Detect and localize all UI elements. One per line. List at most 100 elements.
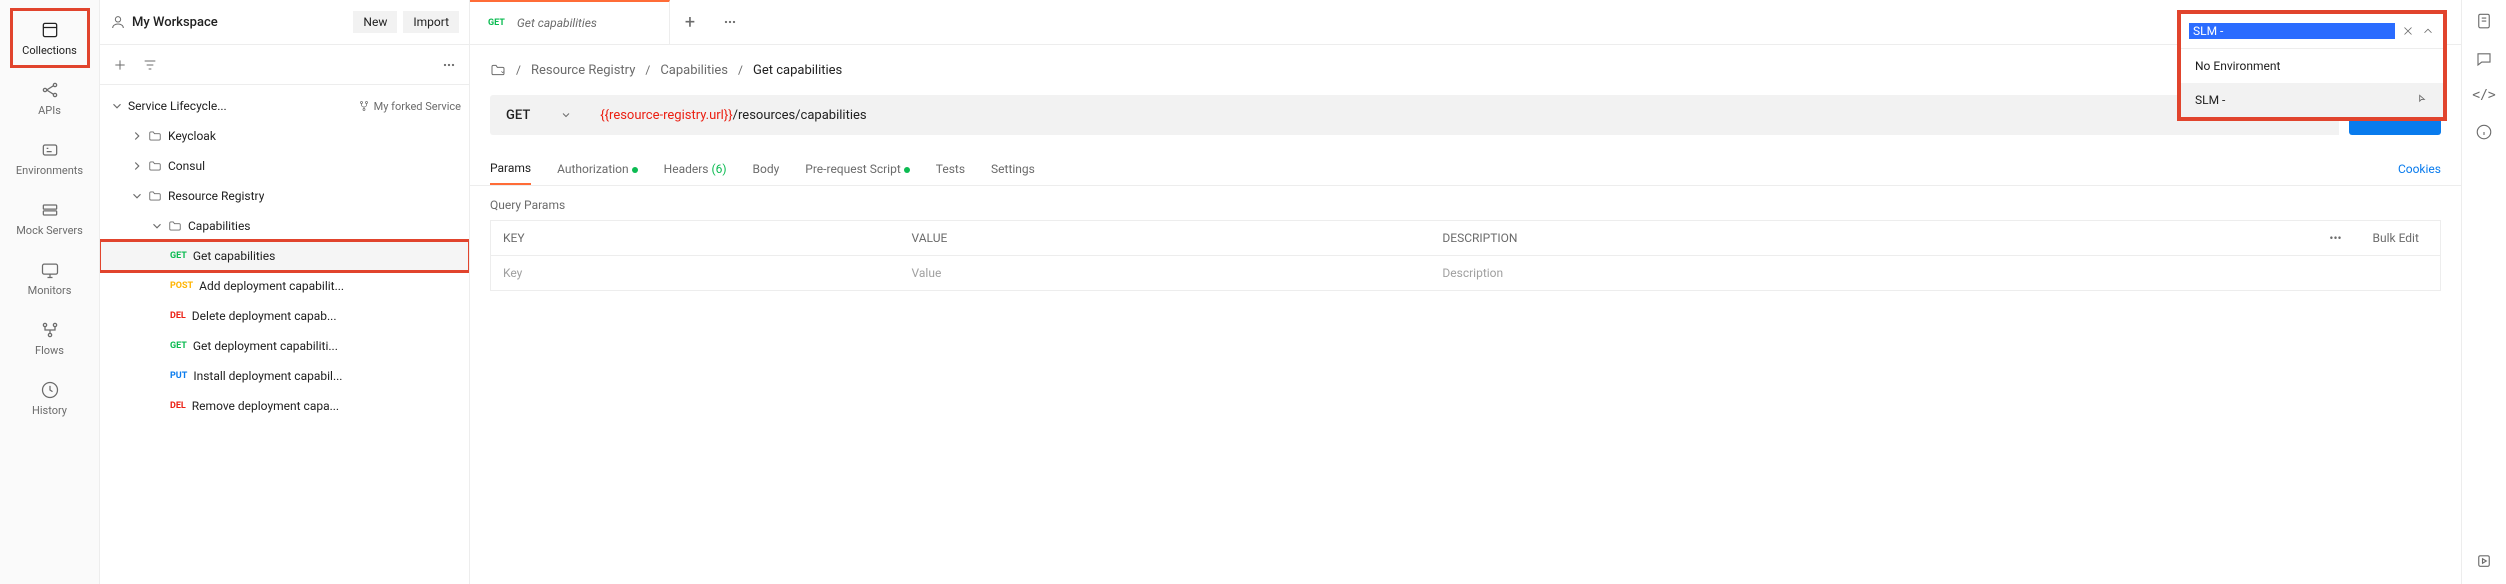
tree-label: Capabilities: [188, 219, 251, 233]
nav-flows[interactable]: Flows: [10, 308, 90, 368]
tab-prerequest[interactable]: Pre-request Script: [805, 154, 909, 184]
nav-mock-servers[interactable]: Mock Servers: [10, 188, 90, 248]
col-value: VALUE: [900, 221, 1431, 256]
tab-title: Get capabilities: [517, 16, 597, 30]
nav-monitors[interactable]: Monitors: [10, 248, 90, 308]
tab-label: Headers: [664, 162, 709, 176]
query-params-heading: Query Params: [470, 186, 2461, 220]
tree-request-install-deployment[interactable]: PUT Install deployment capabil...: [100, 361, 469, 391]
chevron-right-icon: [130, 129, 144, 143]
tree-request-get-capabilities[interactable]: GET Get capabilities: [100, 241, 469, 271]
tree-label: Keycloak: [168, 129, 216, 143]
chevron-down-icon: [110, 99, 124, 113]
bulk-edit-link[interactable]: Bulk Edit: [2361, 221, 2441, 256]
nav-apis[interactable]: APIs: [10, 68, 90, 128]
mock-servers-icon: [40, 200, 60, 220]
close-icon[interactable]: [2401, 24, 2415, 38]
env-item-slm[interactable]: SLM -: [2181, 83, 2443, 117]
tree-collection-root[interactable]: Service Lifecycle... My forked Service: [100, 91, 469, 121]
tab-get-capabilities[interactable]: GET Get capabilities: [470, 0, 670, 44]
indicator-dot: [904, 167, 910, 173]
tab-label: Body: [753, 162, 780, 176]
tree-request-delete-deployment[interactable]: DEL Delete deployment capab...: [100, 301, 469, 331]
tab-params[interactable]: Params: [490, 153, 531, 185]
workspace-selector[interactable]: My Workspace: [110, 14, 347, 30]
runner-icon[interactable]: [2475, 552, 2493, 570]
cell-description[interactable]: Description: [1430, 256, 2440, 291]
tree-request-add-deployment[interactable]: POST Add deployment capabilit...: [100, 271, 469, 301]
tree-folder-consul[interactable]: Consul: [100, 151, 469, 181]
filter-icon[interactable]: [142, 57, 158, 73]
fork-icon: [358, 100, 370, 112]
workspace-name: My Workspace: [132, 15, 218, 30]
right-rail: </>: [2461, 0, 2506, 584]
chevron-down-icon: [560, 109, 572, 121]
tree-request-get-deployment[interactable]: GET Get deployment capabiliti...: [100, 331, 469, 361]
cookies-link[interactable]: Cookies: [2398, 162, 2441, 176]
headers-count: (6): [711, 162, 726, 176]
info-icon[interactable]: [2475, 123, 2493, 141]
workspace-header: My Workspace New Import: [100, 0, 469, 45]
nav-history[interactable]: History: [10, 368, 90, 428]
cell-key[interactable]: Key: [491, 256, 900, 291]
crumb-capabilities[interactable]: Capabilities: [660, 63, 728, 78]
env-item-no-environment[interactable]: No Environment: [2181, 49, 2443, 83]
chevron-up-icon[interactable]: [2421, 24, 2435, 38]
folder-icon: [148, 189, 162, 203]
add-icon[interactable]: [112, 57, 128, 73]
tab-label: Params: [490, 161, 531, 175]
comments-icon[interactable]: [2475, 50, 2493, 68]
chevron-down-icon: [150, 219, 164, 233]
tree-label: Service Lifecycle...: [128, 99, 227, 113]
env-item-label: SLM -: [2195, 93, 2225, 107]
nav-label: History: [32, 404, 67, 417]
chevron-right-icon: [130, 159, 144, 173]
person-icon: [110, 14, 126, 30]
environment-selected[interactable]: SLM -: [2189, 23, 2395, 39]
url-input[interactable]: {{resource-registry.url}}/resources/capa…: [588, 95, 2339, 135]
sidebar-tools: [100, 45, 469, 85]
collections-icon: [40, 20, 60, 40]
sidebar: My Workspace New Import Service Lifecycl…: [100, 0, 470, 584]
request-tabs: Params Authorization Headers (6) Body Pr…: [470, 153, 2461, 186]
tree-label: Get deployment capabiliti...: [193, 339, 338, 353]
params-empty-row[interactable]: Key Value Description: [491, 256, 2441, 291]
chevron-down-icon: [130, 189, 144, 203]
tab-headers[interactable]: Headers (6): [664, 154, 727, 184]
nav-label: Environments: [16, 164, 83, 177]
code-icon[interactable]: </>: [2472, 88, 2495, 103]
new-button[interactable]: New: [353, 11, 397, 33]
tab-add-button[interactable]: +: [670, 12, 710, 33]
folder-icon: [148, 159, 162, 173]
method-badge: GET: [488, 18, 505, 28]
cell-value[interactable]: Value: [900, 256, 1431, 291]
import-button[interactable]: Import: [403, 11, 459, 33]
docs-icon[interactable]: [2475, 12, 2493, 30]
tab-options-button[interactable]: [710, 14, 750, 30]
method-badge: GET: [170, 251, 187, 261]
tab-authorization[interactable]: Authorization: [557, 154, 638, 184]
nav-collections[interactable]: Collections: [10, 8, 90, 68]
tree-folder-keycloak[interactable]: Keycloak: [100, 121, 469, 151]
tab-bar: GET Get capabilities +: [470, 0, 2461, 45]
nav-label: Monitors: [28, 284, 72, 297]
env-item-label: No Environment: [2195, 59, 2280, 73]
tab-body[interactable]: Body: [753, 154, 780, 184]
folder-icon: [148, 129, 162, 143]
nav-environments[interactable]: Environments: [10, 128, 90, 188]
request-url-row: GET {{resource-registry.url}}/resources/…: [470, 95, 2461, 135]
tree-folder-capabilities[interactable]: Capabilities: [100, 211, 469, 241]
tree-request-remove-deployment[interactable]: DEL Remove deployment capa...: [100, 391, 469, 421]
cursor-icon: [2415, 93, 2429, 107]
method-select[interactable]: GET: [490, 95, 588, 135]
col-actions[interactable]: •••: [2311, 221, 2361, 256]
tab-tests[interactable]: Tests: [936, 154, 965, 184]
more-icon[interactable]: [441, 57, 457, 73]
crumb-resource-registry[interactable]: Resource Registry: [531, 63, 635, 78]
environment-dropdown: SLM - No Environment SLM -: [2177, 10, 2447, 121]
tab-settings[interactable]: Settings: [991, 154, 1035, 184]
crumb-sep: /: [516, 63, 521, 77]
tree-folder-resource-registry[interactable]: Resource Registry: [100, 181, 469, 211]
folder-dropdown-icon[interactable]: [490, 62, 506, 78]
tree-label: Get capabilities: [193, 249, 275, 263]
